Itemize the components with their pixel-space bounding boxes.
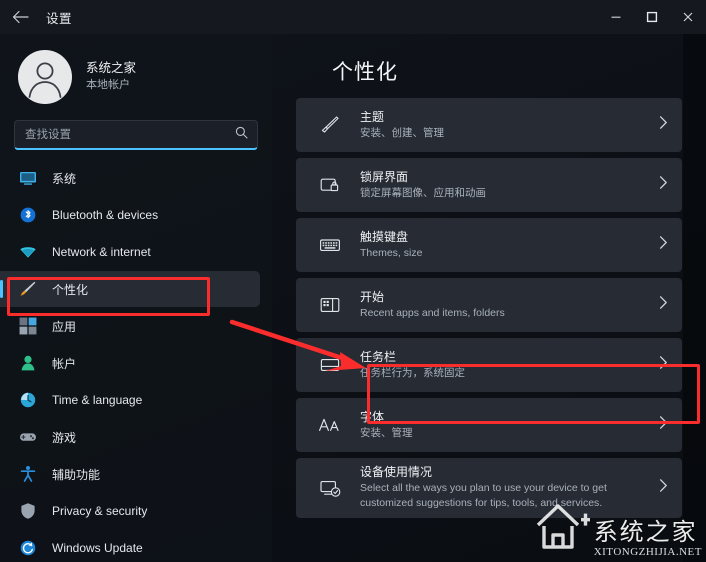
settings-window: 设置 系统之家 本地帐户 查找设置 系统 Bluetooth & devices…: [0, 0, 706, 562]
sidebar-item-label: 应用: [52, 319, 77, 334]
sidebar-item-system[interactable]: 系统: [0, 160, 260, 196]
settings-card-lock-screen[interactable]: 锁屏界面 锁定屏幕图像、应用和动画: [296, 158, 682, 212]
taskbar-icon: [318, 353, 342, 377]
fonts-aa-icon: [318, 413, 342, 437]
sidebar-item-label: Bluetooth & devices: [52, 208, 159, 222]
time-language-icon: [18, 390, 38, 410]
settings-card-title: 字体: [360, 409, 385, 424]
settings-card-subtitle: 锁定屏幕图像、应用和动画: [360, 186, 486, 199]
settings-card-fonts[interactable]: 字体 安装、管理: [296, 398, 682, 452]
settings-card-text: 字体 安装、管理: [360, 409, 413, 441]
sidebar-nav-list: 系统 Bluetooth & devices Network & interne…: [0, 160, 272, 562]
settings-card-text: 触摸键盘 Themes, size: [360, 229, 422, 261]
settings-card-title: 触摸键盘: [360, 229, 409, 244]
touch-keyboard-icon: [318, 233, 342, 257]
settings-card-text: 开始 Recent apps and items, folders: [360, 289, 505, 321]
settings-card-text: 主题 安装、创建、管理: [360, 109, 444, 141]
sidebar-item-label: Time & language: [52, 393, 143, 407]
sidebar-item-label: 个性化: [52, 282, 89, 297]
accounts-icon: [18, 353, 38, 373]
title-bar-left: 设置: [0, 0, 72, 34]
settings-card-taskbar[interactable]: 任务栏 任务栏行为，系统固定: [296, 338, 682, 392]
user-profile[interactable]: 系统之家 本地帐户: [0, 40, 272, 114]
close-button[interactable]: [670, 0, 706, 34]
sidebar-item-label: 辅助功能: [52, 467, 101, 482]
chevron-right-icon: [659, 296, 668, 315]
search-icon: [235, 126, 248, 144]
maximize-button[interactable]: [634, 0, 670, 34]
settings-card-themes[interactable]: 主题 安装、创建、管理: [296, 98, 682, 152]
bluetooth-icon: [18, 205, 38, 225]
settings-card-subtitle: Recent apps and items, folders: [360, 306, 505, 319]
sidebar-item-privacy-security[interactable]: Privacy & security: [0, 493, 260, 529]
personalization-brush-icon: [18, 279, 38, 299]
page-title: 个性化: [332, 61, 398, 84]
settings-card-subtitle: 安装、创建、管理: [360, 126, 444, 139]
lock-screen-icon: [318, 173, 342, 197]
paintbrush-icon: [318, 113, 342, 137]
search-box[interactable]: [14, 120, 258, 150]
user-profile-text: 系统之家 本地帐户: [86, 60, 136, 93]
sidebar-item-label: Privacy & security: [52, 504, 148, 518]
sidebar-item-apps[interactable]: 应用: [0, 308, 260, 344]
settings-card-subtitle: 任务栏行为，系统固定: [360, 366, 465, 379]
search-area: [0, 114, 272, 150]
settings-card-text: 锁屏界面 锁定屏幕图像、应用和动画: [360, 169, 486, 201]
sidebar: 系统之家 本地帐户 查找设置 系统 Bluetooth & devices Ne…: [0, 34, 272, 562]
sidebar-item-label: Network & internet: [52, 245, 151, 259]
device-usage-icon: [318, 476, 342, 500]
sidebar-item-label: Windows Update: [52, 541, 143, 555]
settings-card-list: 主题 安装、创建、管理 锁屏界面 锁定屏幕图像、应用和动画 触摸键盘 Theme…: [272, 98, 706, 518]
user-account-type: 本地帐户: [86, 79, 130, 92]
settings-card-touch-keyboard[interactable]: 触摸键盘 Themes, size: [296, 218, 682, 272]
chevron-right-icon: [659, 479, 668, 498]
sidebar-item-bluetooth-devices[interactable]: Bluetooth & devices: [0, 197, 260, 233]
chevron-right-icon: [659, 236, 668, 255]
system-icon: [18, 168, 38, 188]
title-bar: 设置: [0, 0, 706, 34]
settings-card-title: 锁屏界面: [360, 169, 409, 184]
sidebar-item-label: 游戏: [52, 430, 77, 445]
apps-icon: [19, 317, 37, 335]
window-controls: [598, 0, 706, 34]
accessibility-icon: [18, 464, 38, 484]
settings-card-subtitle: 安装、管理: [360, 426, 413, 439]
chevron-right-icon: [659, 416, 668, 435]
search-input[interactable]: [15, 121, 215, 148]
network-wifi-icon: [18, 242, 38, 262]
settings-card-subtitle: Select all the ways you plan to use your…: [360, 482, 607, 510]
user-avatar-icon: [18, 50, 72, 104]
sidebar-item-time-language[interactable]: Time & language: [0, 382, 260, 418]
settings-card-start[interactable]: 开始 Recent apps and items, folders: [296, 278, 682, 332]
settings-card-text: 任务栏 任务栏行为，系统固定: [360, 349, 465, 381]
start-menu-icon: [318, 293, 342, 317]
chevron-right-icon: [659, 356, 668, 375]
sidebar-item-gaming[interactable]: 游戏: [0, 419, 260, 455]
sidebar-item-personalization[interactable]: 个性化: [0, 271, 260, 307]
settings-card-subtitle: Themes, size: [360, 246, 423, 259]
gaming-icon: [18, 427, 38, 447]
window-title: 设置: [46, 11, 73, 26]
chevron-right-icon: [659, 116, 668, 135]
settings-card-title: 主题: [360, 109, 385, 124]
sidebar-item-accounts[interactable]: 帐户: [0, 345, 260, 381]
settings-card-title: 任务栏: [360, 349, 397, 364]
settings-card-text: 设备使用情况 Select all the ways you plan to u…: [360, 464, 652, 511]
main-content: 个性化 主题 安装、创建、管理 锁屏界面 锁定屏幕图像、应用和动画 触摸键盘 T…: [272, 34, 706, 562]
user-name: 系统之家: [86, 61, 137, 76]
privacy-shield-icon: [18, 501, 38, 521]
settings-card-device-usage[interactable]: 设备使用情况 Select all the ways you plan to u…: [296, 458, 682, 518]
settings-card-title: 开始: [360, 289, 385, 304]
windows-update-icon: [18, 538, 38, 558]
settings-card-title: 设备使用情况: [360, 465, 433, 480]
sidebar-item-windows-update[interactable]: Windows Update: [0, 530, 260, 562]
chevron-right-icon: [659, 176, 668, 195]
sidebar-item-network-internet[interactable]: Network & internet: [0, 234, 260, 270]
sidebar-item-accessibility[interactable]: 辅助功能: [0, 456, 260, 492]
back-arrow-icon[interactable]: [0, 0, 40, 34]
sidebar-item-label: 帐户: [52, 356, 77, 371]
minimize-button[interactable]: [598, 0, 634, 34]
sidebar-item-label: 系统: [52, 171, 77, 186]
